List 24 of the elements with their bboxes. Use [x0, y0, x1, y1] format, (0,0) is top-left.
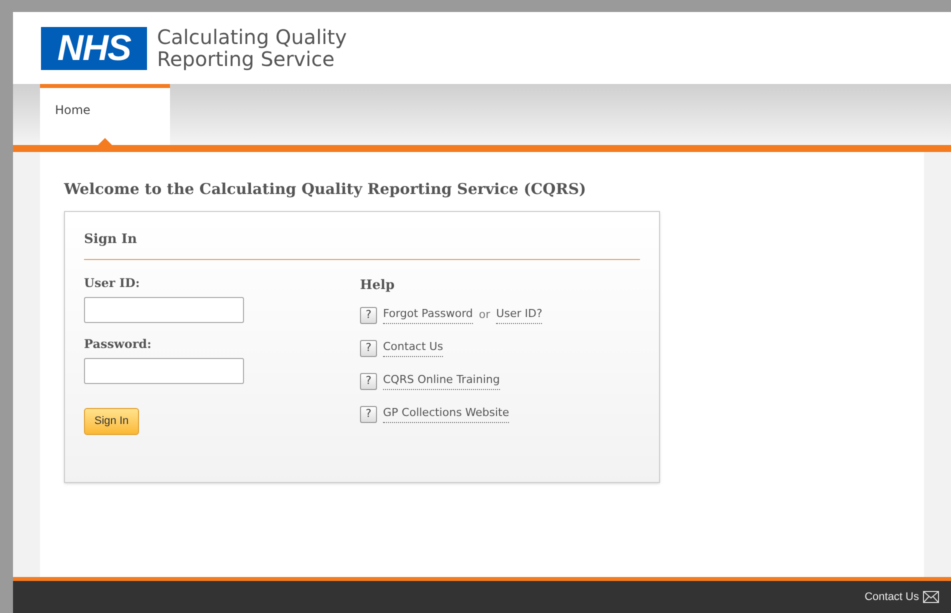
nav-tab[interactable]: Home — [40, 84, 170, 145]
help-link[interactable]: Contact Us — [383, 339, 444, 357]
nhs-logo: NHS — [41, 26, 147, 70]
help-icon: ? — [360, 340, 377, 356]
help-icon: ? — [360, 306, 377, 324]
help-heading: Help — [360, 277, 396, 295]
connector-text: or — [478, 306, 490, 323]
site-title: Reporting Service — [157, 48, 334, 70]
footer-contact-link[interactable]: Contact Us — [864, 588, 919, 606]
input-field[interactable] — [84, 358, 244, 384]
help-link[interactable]: CQRS Online Training — [383, 372, 500, 390]
site-title: Calculating Quality — [157, 26, 347, 48]
mail-icon — [923, 591, 939, 603]
help-link[interactable]: User ID? — [496, 306, 542, 324]
panel-title: Sign In — [84, 230, 640, 260]
help-link[interactable]: Forgot Password — [383, 306, 473, 324]
help-icon: ? — [360, 406, 377, 422]
welcome-heading: Welcome to the Calculating Quality Reporting Service (CQRS) — [64, 179, 588, 200]
field-label: User ID: — [84, 275, 141, 292]
help-link[interactable]: GP Collections Website — [383, 405, 510, 423]
help-icon: ? — [360, 372, 377, 390]
sign-in-button[interactable]: Sign In — [84, 408, 139, 435]
field-label: Password: — [84, 336, 152, 353]
input-field[interactable] — [84, 297, 244, 323]
